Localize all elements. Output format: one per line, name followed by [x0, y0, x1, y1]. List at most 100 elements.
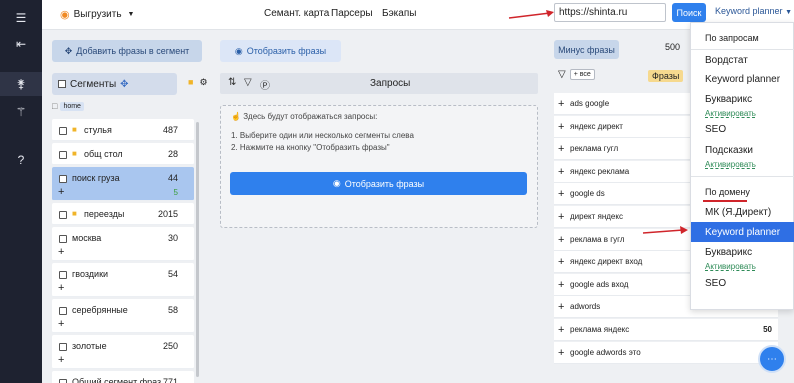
- segment-row[interactable]: ■ переезды 2015: [52, 203, 194, 225]
- all-tag[interactable]: + все: [569, 69, 595, 80]
- add-icon[interactable]: +: [58, 354, 64, 366]
- dropdown-item-bukvariks[interactable]: Букварикс: [705, 94, 752, 105]
- hint-step-1: 1. Выберите один или несколько сегменты …: [231, 131, 414, 140]
- segment-checkbox[interactable]: [59, 127, 67, 135]
- folder-icon: ■: [72, 125, 77, 134]
- segment-checkbox[interactable]: [59, 307, 67, 315]
- add-to-segment-button[interactable]: ✥ Добавить фразы в сегмент: [52, 40, 202, 62]
- sort-icon[interactable]: ⇅: [228, 77, 236, 88]
- segment-row[interactable]: ■ общ стол 28: [52, 143, 194, 165]
- url-input[interactable]: [554, 3, 666, 22]
- segment-row[interactable]: Общий сегмент фраз 771: [52, 371, 194, 383]
- phrase-text: реклама в гугл: [570, 234, 625, 244]
- add-icon[interactable]: +: [558, 121, 564, 133]
- folder-icon: ■: [72, 149, 77, 158]
- folder-open-icon: □: [52, 101, 58, 111]
- segments-header-label: Сегменты: [70, 78, 117, 90]
- segment-checkbox[interactable]: [59, 343, 67, 351]
- phrase-text: реклама гугл: [570, 144, 619, 154]
- add-icon[interactable]: +: [558, 256, 564, 268]
- show-phrases-button-top[interactable]: ◉ Отобразить фразы: [220, 40, 341, 62]
- dropdown-item-suggestions[interactable]: Подсказки: [705, 145, 753, 156]
- dropdown-item-keyword-planner[interactable]: Keyword planner: [705, 74, 780, 85]
- dropdown-item-seo-domain[interactable]: SEO: [705, 278, 726, 289]
- annotation-underline: [703, 200, 747, 202]
- segment-checkbox[interactable]: [59, 175, 67, 183]
- minus-phrases-button[interactable]: Минус фразы: [554, 40, 619, 59]
- filter-icon[interactable]: ▽: [244, 77, 252, 88]
- nav-backups[interactable]: Бэкапы: [382, 8, 416, 19]
- login-icon[interactable]: ⇤: [0, 32, 42, 56]
- add-icon[interactable]: +: [558, 279, 564, 291]
- show-phrases-button[interactable]: ◉ Отобразить фразы: [230, 172, 527, 195]
- segment-count: 487: [162, 125, 178, 135]
- phrases-count: 500: [665, 42, 681, 52]
- dropdown-item-mk-direct[interactable]: МК (Я.Директ): [705, 207, 771, 218]
- add-icon[interactable]: +: [58, 282, 64, 294]
- nav-semantic-map[interactable]: Семант. карта: [264, 8, 329, 19]
- segment-checkbox[interactable]: [59, 211, 67, 219]
- phrases-tag[interactable]: Фразы: [648, 70, 684, 82]
- dropdown-item-bukvariks-domain[interactable]: Букварикс: [705, 247, 752, 258]
- phrase-text: google ads вход: [570, 279, 629, 289]
- dropdown-item-keyword-planner-domain[interactable]: Keyword planner: [691, 222, 794, 242]
- add-icon[interactable]: +: [58, 318, 64, 330]
- segments-header[interactable]: Сегменты ✥: [52, 73, 177, 95]
- segment-row[interactable]: серебрянные 58 +: [52, 299, 194, 333]
- queries-toolbar: ⇅ ▽ Ⓟ Запросы: [220, 73, 538, 94]
- add-icon[interactable]: +: [58, 186, 64, 198]
- annotation-arrow-url: [508, 10, 554, 19]
- segment-checkbox[interactable]: [59, 271, 67, 279]
- activate-link-bukvariks[interactable]: Активировать: [705, 109, 756, 118]
- add-icon[interactable]: +: [558, 98, 564, 110]
- folder-add-icon[interactable]: ■: [188, 77, 193, 88]
- source-dropdown: По запросам Вордстат Keyword planner Бук…: [690, 22, 794, 310]
- upload-menu[interactable]: ◉ Выгрузить ▼: [60, 8, 134, 21]
- queries-placeholder: ☝ Здесь будут отображаться запросы: 1. В…: [220, 105, 538, 228]
- segment-row[interactable]: золотые 250 +: [52, 335, 194, 369]
- segment-row[interactable]: ■ стулья 487: [52, 119, 194, 141]
- phrase-text: яндекс директ вход: [570, 257, 643, 267]
- add-icon[interactable]: +: [558, 188, 564, 200]
- segment-name: Общий сегмент фраз: [72, 377, 162, 383]
- dropdown-item-wordstat[interactable]: Вордстат: [705, 55, 748, 66]
- add-icon[interactable]: +: [558, 301, 564, 313]
- add-icon[interactable]: +: [58, 246, 64, 258]
- segment-row[interactable]: поиск груза 44 +5: [52, 167, 194, 201]
- select-all-checkbox[interactable]: [58, 80, 66, 88]
- phrase-row[interactable]: + google adwords это: [554, 341, 778, 364]
- segments-scrollbar[interactable]: [196, 122, 199, 377]
- top-bar: ◉ Выгрузить ▼ Семант. карта Парсеры Бэка…: [42, 0, 794, 30]
- add-icon[interactable]: +: [558, 166, 564, 178]
- segment-row[interactable]: гвоздики 54 +: [52, 263, 194, 297]
- segment-row[interactable]: москва 30 +: [52, 227, 194, 261]
- segment-checkbox[interactable]: [59, 379, 67, 383]
- add-icon[interactable]: +: [558, 234, 564, 246]
- nav-parsers[interactable]: Парсеры: [331, 8, 373, 19]
- add-icon[interactable]: +: [558, 347, 564, 359]
- phrase-row[interactable]: + реклама яндекс 50: [554, 319, 778, 341]
- annotation-arrow-keyword-planner: [642, 226, 688, 234]
- help-icon[interactable]: ?: [0, 148, 42, 172]
- filter-icon[interactable]: ▽: [558, 69, 566, 80]
- search-button[interactable]: Поиск: [672, 3, 706, 22]
- home-tag[interactable]: home: [60, 101, 84, 111]
- queries-panel: ◉ Отобразить фразы ⇅ ▽ Ⓟ Запросы ☝ Здесь…: [210, 30, 548, 383]
- dropdown-item-seo[interactable]: SEO: [705, 124, 726, 135]
- phrase-text: google ds: [570, 189, 605, 199]
- keyword-planner-dropdown[interactable]: Keyword planner ▼: [715, 6, 792, 16]
- sitemap-icon[interactable]: ⚚: [0, 100, 42, 124]
- activate-link-bukvariks-domain[interactable]: Активировать: [705, 262, 756, 271]
- segment-checkbox[interactable]: [59, 235, 67, 243]
- chat-button[interactable]: ⋯: [758, 345, 786, 373]
- add-icon[interactable]: +: [558, 143, 564, 155]
- add-icon[interactable]: +: [558, 324, 564, 336]
- menu-icon[interactable]: ☰: [0, 6, 42, 30]
- settings-icon[interactable]: ⚙: [199, 77, 207, 88]
- add-icon[interactable]: +: [558, 211, 564, 223]
- key-icon[interactable]: ⚵: [0, 72, 42, 96]
- phrase-text: директ яндекс: [570, 212, 623, 221]
- activate-link-suggestions[interactable]: Активировать: [705, 160, 756, 169]
- dollar-icon[interactable]: Ⓟ: [260, 77, 270, 92]
- segment-checkbox[interactable]: [59, 151, 67, 159]
